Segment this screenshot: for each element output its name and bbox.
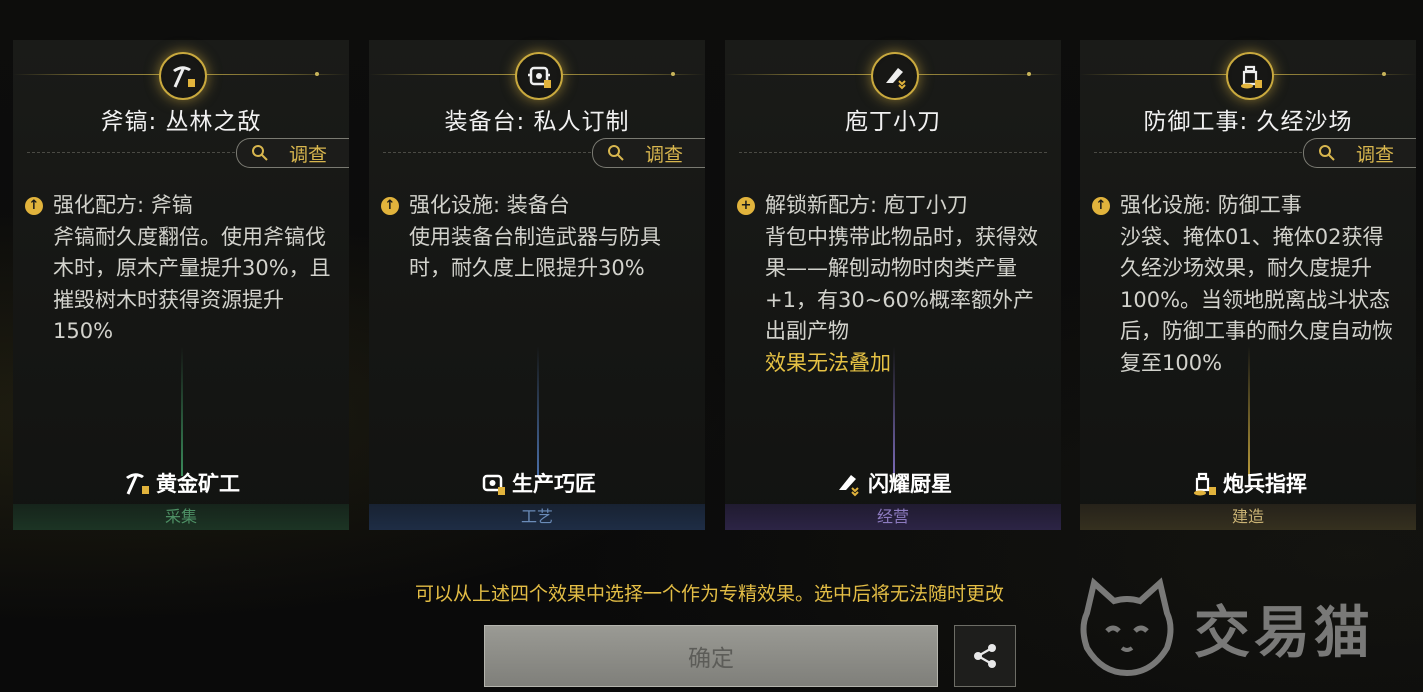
fortification-icon: [1194, 472, 1216, 496]
category-footer: 采集: [13, 504, 349, 530]
unlock-plus-icon: +: [737, 196, 755, 215]
effect-warning: 效果无法叠加: [765, 350, 891, 375]
hint-text: 可以从上述四个效果中选择一个作为专精效果。选中后将无法随时更改: [414, 583, 1004, 605]
upgrade-icon: ↑: [381, 196, 399, 215]
investigate-button[interactable]: 调查: [592, 138, 705, 168]
knife-icon: [839, 475, 859, 497]
search-icon: [608, 145, 624, 161]
pickaxe-icon: [159, 52, 207, 100]
card-top-dot: [671, 72, 675, 76]
category-footer: 工艺: [369, 504, 705, 530]
category-footer: 建造: [1080, 504, 1416, 530]
light-beam: [181, 346, 183, 476]
card-title: 防御工事: 久经沙场: [1143, 109, 1353, 135]
search-icon: [252, 145, 268, 161]
effect-head: 解锁新配方: 庖丁小刀: [765, 193, 968, 217]
investigate-button[interactable]: 调查: [236, 138, 349, 168]
effect-body: 使用装备台制造武器与防具时，耐久度上限提升30%: [409, 224, 661, 281]
effect-head: 强化设施: 装备台: [409, 193, 570, 217]
card-paoding-knife[interactable]: 庖丁小刀 + 解锁新配方: 庖丁小刀 背包中携带此物品时，获得效果——解刨动物时肉…: [725, 40, 1061, 530]
light-beam: [1248, 346, 1250, 476]
confirm-button[interactable]: 确定: [484, 625, 938, 687]
investigate-button[interactable]: 调查: [1303, 138, 1416, 168]
role-label: 生产巧匠: [369, 468, 705, 498]
effect-description: ↑ 强化配方: 斧镐 斧镐耐久度翻倍。使用斧镐伐木时，原木产量提升30%，且摧毁树…: [25, 190, 335, 348]
role-name: 生产巧匠: [512, 472, 596, 496]
card-axe-pickaxe[interactable]: 斧镐: 丛林之敌 调查 ↑ 强化配方: 斧镐 斧镐耐久度翻倍。使用斧镐伐木时，原木…: [13, 40, 349, 530]
share-button[interactable]: [954, 625, 1016, 687]
confirm-label: 确定: [688, 646, 734, 672]
category-footer: 经营: [725, 504, 1061, 530]
workbench-icon: [482, 474, 505, 495]
role-label: 闪耀厨星: [725, 468, 1061, 498]
role-name: 黄金矿工: [156, 472, 240, 496]
share-icon: [974, 644, 996, 668]
role-label: 炮兵指挥: [1080, 468, 1416, 498]
pickaxe-icon: [126, 473, 149, 495]
card-top-dot: [1382, 72, 1386, 76]
knife-icon: [871, 52, 919, 100]
card-fortification[interactable]: 防御工事: 久经沙场 调查 ↑ 强化设施: 防御工事 沙袋、掩体01、掩体02获得…: [1080, 40, 1416, 530]
cat-logo-icon: [1080, 577, 1174, 677]
investigate-label: 调查: [1356, 143, 1395, 166]
role-name: 炮兵指挥: [1223, 472, 1307, 496]
card-title: 庖丁小刀: [845, 109, 941, 135]
watermark-text: 交易猫: [1194, 600, 1374, 666]
search-icon: [1319, 145, 1335, 161]
specialization-cards: 斧镐: 丛林之敌 调查 ↑ 强化配方: 斧镐 斧镐耐久度翻倍。使用斧镐伐木时，原木…: [13, 40, 1416, 532]
effect-body: 斧镐耐久度翻倍。使用斧镐伐木时，原木产量提升30%，且摧毁树木时获得资源提升15…: [53, 224, 331, 344]
investigate-label: 调查: [289, 143, 328, 166]
card-top-dot: [1027, 72, 1031, 76]
fortification-icon: [1226, 52, 1274, 100]
card-title: 装备台: 私人订制: [444, 109, 630, 135]
upgrade-icon: ↑: [25, 196, 43, 215]
upgrade-icon: ↑: [1092, 196, 1110, 215]
card-top-dot: [315, 72, 319, 76]
effect-head: 强化配方: 斧镐: [53, 193, 193, 217]
dashed-divider: [739, 152, 1047, 153]
investigate-label: 调查: [645, 143, 684, 166]
light-beam: [893, 346, 895, 476]
effect-description: ↑ 强化设施: 防御工事 沙袋、掩体01、掩体02获得久经沙场效果，耐久度提升10…: [1092, 190, 1402, 379]
effect-head: 强化设施: 防御工事: [1120, 193, 1302, 217]
effect-description: + 解锁新配方: 庖丁小刀 背包中携带此物品时，获得效果——解刨动物时肉类产量+1…: [737, 190, 1047, 379]
card-equipment-bench[interactable]: 装备台: 私人订制 调查 ↑ 强化设施: 装备台 使用装备台制造武器与防具时，耐久…: [369, 40, 705, 530]
effect-description: ↑ 强化设施: 装备台 使用装备台制造武器与防具时，耐久度上限提升30%: [381, 190, 691, 285]
role-label: 黄金矿工: [13, 468, 349, 498]
workbench-icon: [515, 52, 563, 100]
effect-body: 背包中携带此物品时，获得效果——解刨动物时肉类产量+1，有30~60%概率额外产…: [765, 224, 1038, 344]
card-title: 斧镐: 丛林之敌: [100, 109, 262, 135]
light-beam: [537, 346, 539, 476]
effect-body: 沙袋、掩体01、掩体02获得久经沙场效果，耐久度提升100%。当领地脱离战斗状态…: [1120, 224, 1393, 375]
role-name: 闪耀厨星: [868, 472, 952, 496]
watermark: 交易猫: [1072, 570, 1412, 686]
